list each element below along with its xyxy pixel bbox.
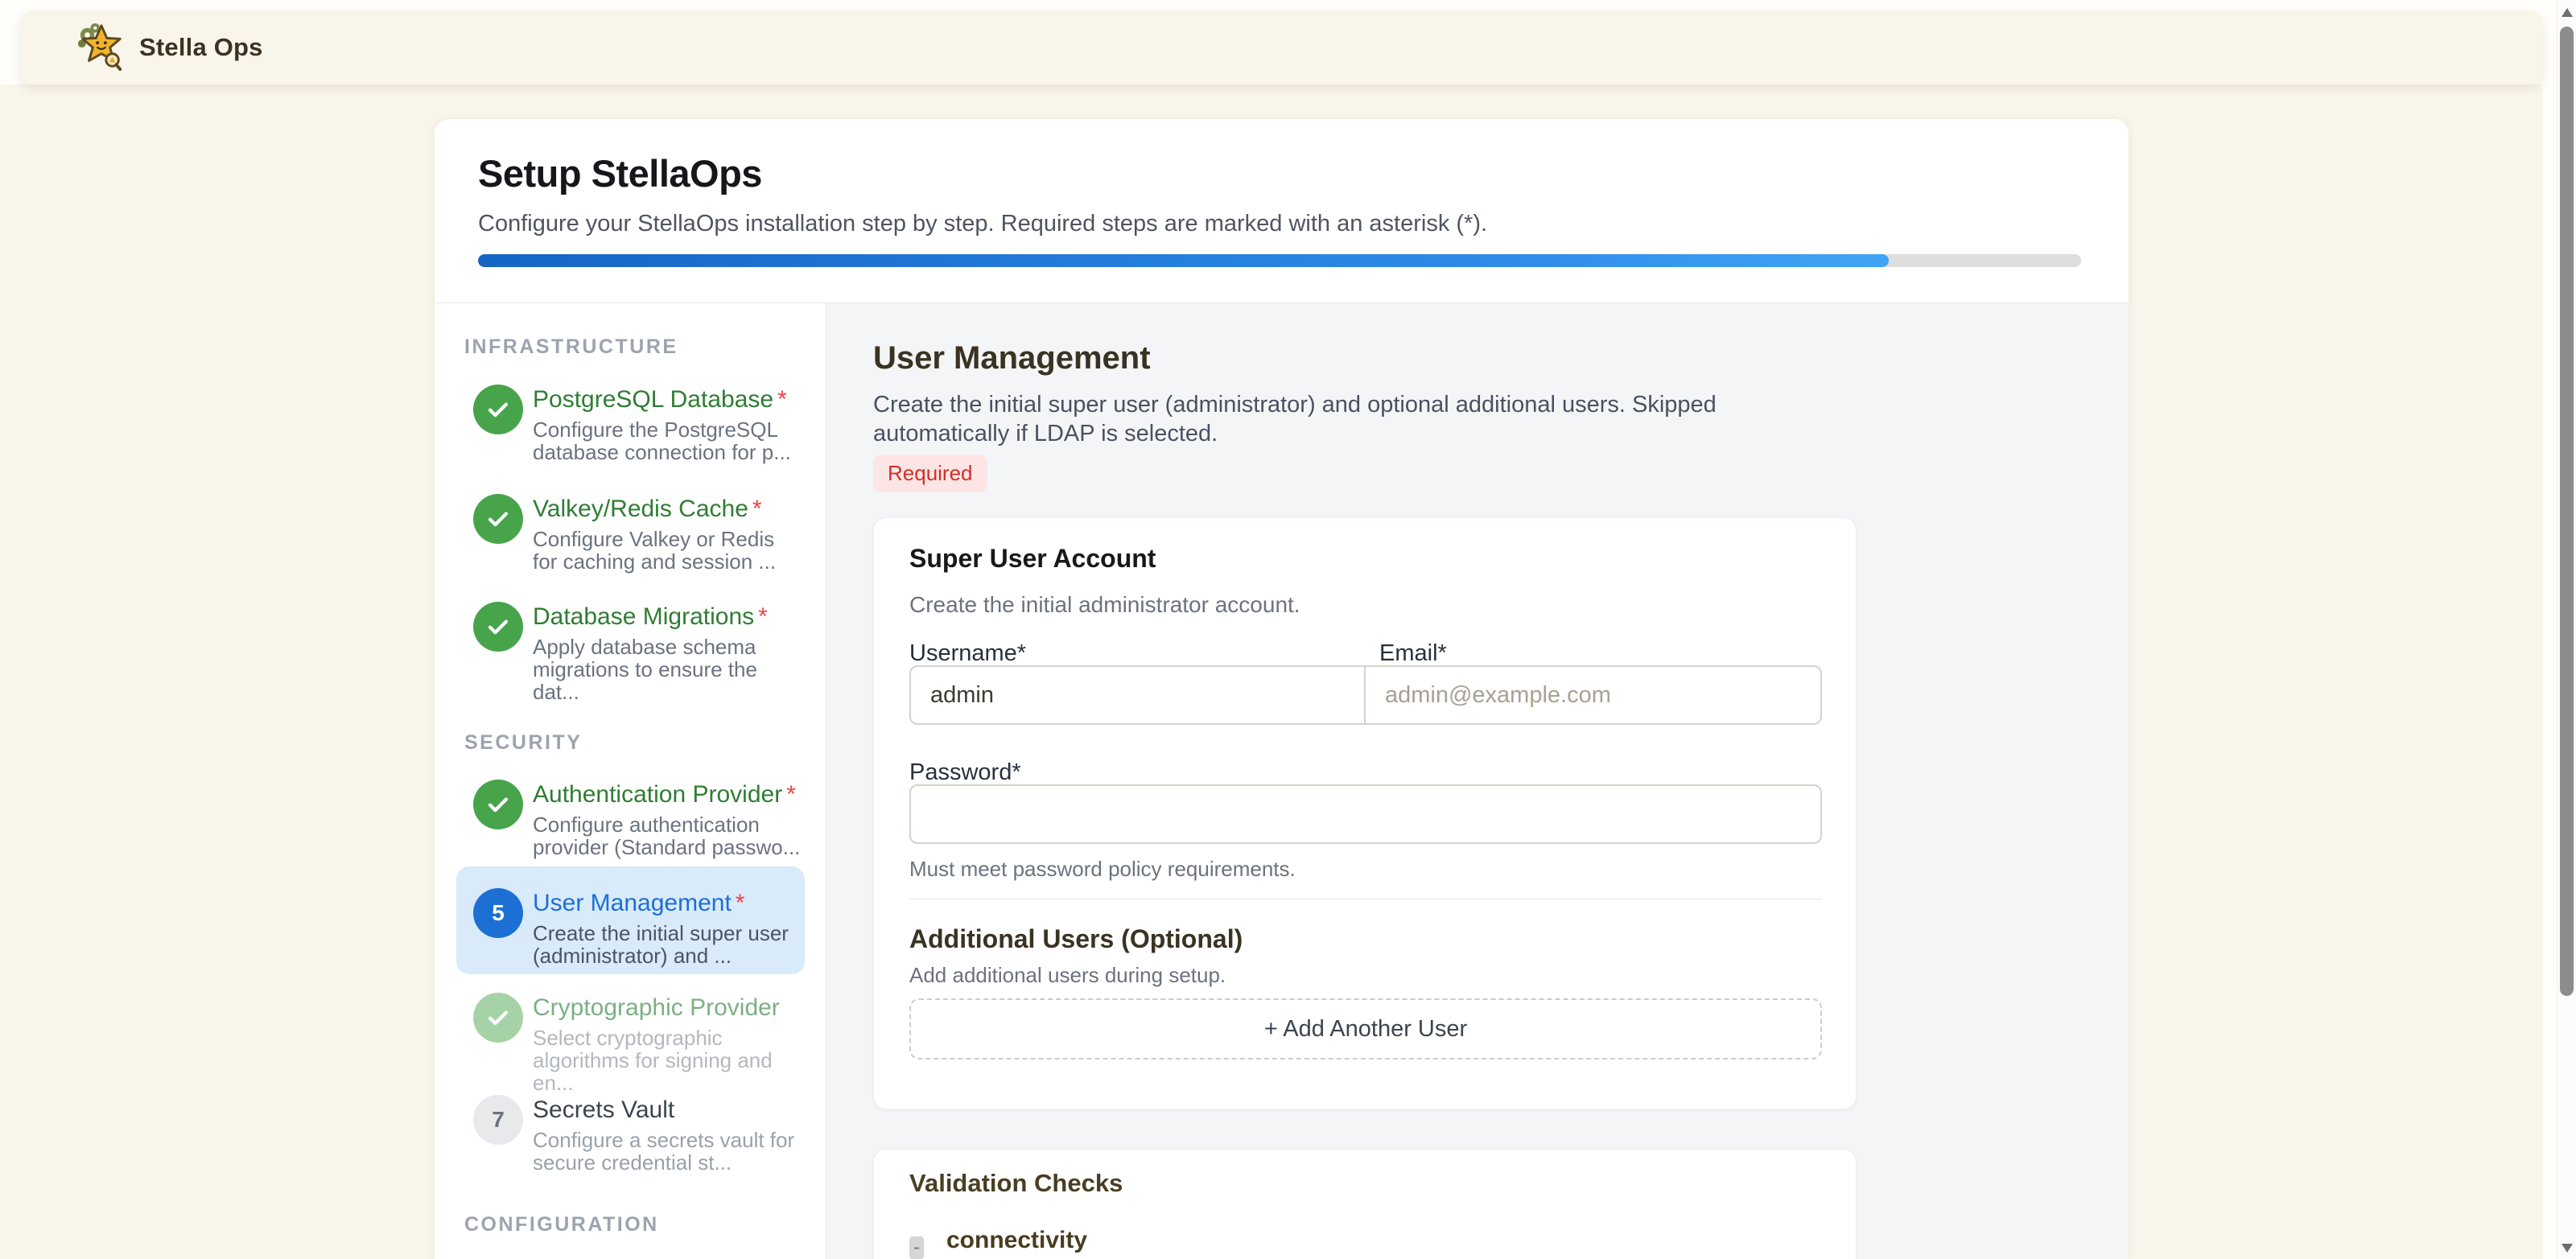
validation-check-row: - connectivity Check passed [909,1227,1087,1259]
check-icon [473,385,523,434]
email-label: Email* [1379,640,1447,667]
required-asterisk: * [777,386,787,413]
check-icon [473,780,523,829]
step-description: Configure a secrets vault for secure cre… [533,1129,802,1174]
password-label: Password* [909,759,1021,786]
step-description: Select cryptographic algorithms for sign… [533,1027,802,1094]
step-title: PostgreSQL Database* [533,385,802,414]
progress-fill [478,254,1889,267]
sidebar-item-postgresql-database[interactable]: PostgreSQL Database* Configure the Postg… [473,385,802,463]
section-label-security: SECURITY [464,731,582,755]
stella-ops-logo-icon [76,23,126,72]
step-title: Valkey/Redis Cache* [533,494,802,524]
additional-users-title: Additional Users (Optional) [909,924,1243,954]
required-badge: Required [873,455,987,492]
check-name: connectivity [946,1227,1087,1254]
sidebar-item-secrets-vault[interactable]: 7 Secrets Vault Configure a secrets vaul… [473,1095,802,1174]
step-heading: User Management [873,340,1151,376]
scrollbar-thumb[interactable] [2560,27,2574,996]
step-description: Configure the PostgreSQL database connec… [533,418,802,463]
card-subtitle: Create the initial administrator account… [909,592,1300,618]
step-description-text: Create the initial super user (administr… [873,390,1774,448]
step-description: Configure Valkey or Redis for caching an… [533,528,802,573]
sidebar-item-cryptographic-provider[interactable]: Cryptographic Provider Select cryptograp… [473,993,802,1094]
super-user-card: Super User Account Create the initial ad… [873,517,1857,1109]
additional-users-subtitle: Add additional users during setup. [909,963,1226,988]
sidebar-item-authentication-provider[interactable]: Authentication Provider* Configure authe… [473,780,802,858]
scrollbar-up-arrow-icon[interactable] [2562,8,2573,17]
step-description: Configure authentication provider (Stand… [533,813,802,858]
password-input[interactable] [909,784,1822,844]
step-title: Cryptographic Provider [533,993,802,1022]
card-title: Validation Checks [909,1169,1123,1198]
setup-progress-bar [478,254,2081,267]
sidebar-item-valkey-redis-cache[interactable]: Valkey/Redis Cache* Configure Valkey or … [473,494,802,573]
check-icon [473,993,523,1043]
check-icon [473,602,523,652]
scrollbar-down-arrow-icon[interactable] [2562,1244,2573,1253]
required-asterisk: * [786,781,796,808]
page-subtitle: Configure your StellaOps installation st… [478,211,1487,237]
page-title: Setup StellaOps [478,151,762,195]
username-input[interactable] [909,665,1366,725]
required-asterisk: * [758,603,768,630]
add-another-user-button[interactable]: + Add Another User [909,998,1822,1059]
vertical-scrollbar[interactable] [2557,0,2576,1259]
sidebar-item-database-migrations[interactable]: Database Migrations* Apply database sche… [473,602,802,703]
step-number-badge: 7 [473,1095,523,1145]
section-label-infrastructure: INFRASTRUCTURE [464,335,678,359]
card-title: Super User Account [909,544,1156,574]
step-description: Apply database schema migrations to ensu… [533,636,802,703]
required-asterisk: * [736,890,745,916]
dash-status-icon: - [909,1236,924,1259]
step-title: Authentication Provider* [533,780,802,809]
app-header-bar: Stella Ops [20,10,2543,84]
wizard-card: Setup StellaOps Configure your StellaOps… [435,119,2129,1259]
sidebar-item-user-management[interactable]: 5 User Management* Create the initial su… [473,888,802,967]
wizard-header: Setup StellaOps Configure your StellaOps… [478,119,2085,302]
validation-checks-card: Validation Checks - connectivity Check p… [873,1149,1857,1259]
setup-wizard-page: Stella Ops Setup StellaOps Configure you… [0,0,2576,1259]
step-description: Create the initial super user (administr… [533,922,802,967]
steps-sidebar: INFRASTRUCTURE PostgreSQL Database* Conf… [435,303,826,1259]
section-label-configuration: CONFIGURATION [464,1213,659,1236]
email-input[interactable] [1366,665,1822,725]
brand-title: Stella Ops [139,33,263,62]
step-title: User Management* [533,888,802,918]
step-content-pane: User Management Create the initial super… [826,303,2129,1259]
check-icon [473,494,523,544]
required-asterisk: * [752,496,762,522]
step-number-badge: 5 [473,888,523,938]
username-label: Username* [909,640,1026,667]
password-help-text: Must meet password policy requirements. [909,857,1296,882]
step-title: Database Migrations* [533,602,802,632]
step-title: Secrets Vault [533,1095,802,1125]
